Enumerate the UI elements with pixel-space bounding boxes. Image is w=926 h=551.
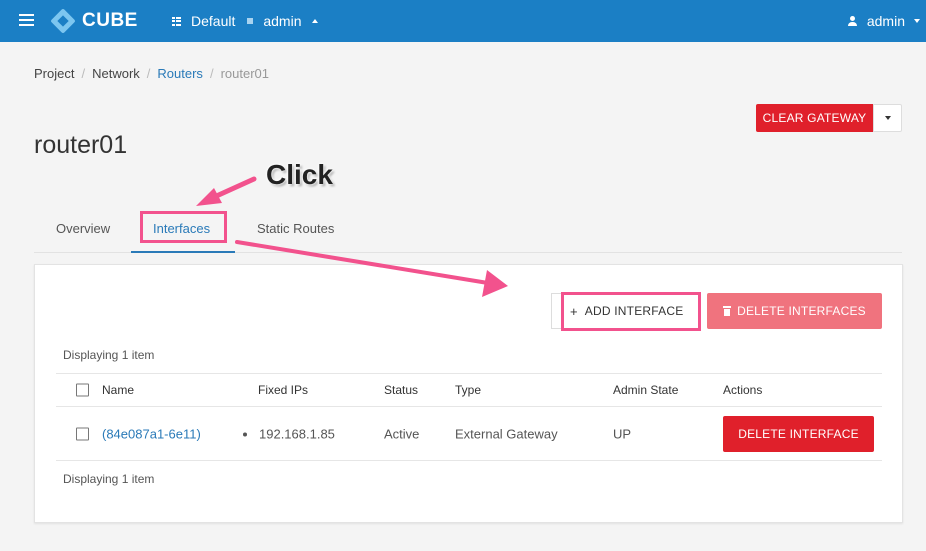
separator-icon [247, 18, 254, 24]
breadcrumb-routers-link[interactable]: Routers [157, 66, 203, 81]
bullet-icon [243, 432, 247, 437]
cube-logo-icon [50, 8, 76, 34]
tab-overview[interactable]: Overview [56, 221, 110, 236]
delete-interfaces-label: DELETE INTERFACES [737, 304, 866, 318]
breadcrumb: Project / Network / Routers / router01 [34, 66, 269, 81]
fixed-ip-value: 192.168.1.85 [259, 426, 335, 441]
brand-logo[interactable]: CUBE [50, 8, 138, 34]
clear-gateway-button[interactable]: CLEAR GATEWAY [756, 104, 873, 132]
breadcrumb-network[interactable]: Network [92, 66, 140, 81]
breadcrumb-separator: / [146, 66, 151, 81]
breadcrumb-current: router01 [220, 66, 269, 81]
column-header-name[interactable]: Name [102, 383, 134, 397]
clear-gateway-group: CLEAR GATEWAY [756, 104, 902, 132]
user-icon [847, 16, 857, 26]
tab-static-routes[interactable]: Static Routes [257, 221, 334, 236]
select-all-checkbox[interactable] [76, 383, 89, 397]
top-navbar: CUBE Default admin admin [0, 0, 926, 42]
more-actions-toggle[interactable] [873, 104, 902, 132]
user-menu[interactable]: admin [847, 13, 920, 29]
arrow-to-interfaces-tab [196, 176, 257, 206]
fixed-ip: 192.168.1.85 [243, 426, 335, 441]
project-selector[interactable]: Default admin [172, 13, 318, 29]
column-header-status[interactable]: Status [384, 383, 418, 397]
column-header-actions: Actions [723, 383, 763, 397]
interface-name-link[interactable]: (84e087a1-6e11) [102, 426, 201, 441]
table-row: (84e087a1-6e11) 192.168.1.85 Active Exte… [56, 407, 882, 461]
brand-name: CUBE [82, 10, 138, 31]
hamburger-menu-icon[interactable] [19, 14, 34, 26]
caret-up-icon [311, 19, 318, 23]
item-count-top: Displaying 1 item [63, 348, 155, 362]
caret-down-icon [914, 19, 920, 23]
breadcrumb-separator: / [209, 66, 214, 81]
breadcrumb-separator: / [81, 66, 86, 81]
breadcrumb-project[interactable]: Project [34, 66, 74, 81]
user-name: admin [866, 13, 905, 29]
item-count-bottom: Displaying 1 item [63, 472, 155, 486]
add-interface-highlight [561, 292, 701, 331]
type-value: External Gateway [455, 426, 558, 441]
admin-state-value: UP [613, 426, 632, 441]
project-name: admin [263, 13, 302, 29]
column-header-admin-state[interactable]: Admin State [613, 383, 678, 397]
column-header-type[interactable]: Type [455, 383, 481, 397]
delete-interfaces-button[interactable]: DELETE INTERFACES [707, 293, 882, 329]
active-tab-indicator [131, 251, 235, 253]
row-checkbox[interactable] [76, 427, 89, 440]
trash-icon [723, 306, 732, 316]
interfaces-tab-highlight [140, 211, 227, 243]
table-header: Name Fixed IPs Status Type Admin State A… [56, 373, 882, 407]
click-annotation: Click [266, 159, 333, 190]
caret-down-icon [884, 116, 891, 120]
list-icon [172, 16, 181, 26]
page-title: router01 [34, 131, 128, 159]
domain-name: Default [191, 13, 236, 29]
status-value: Active [384, 426, 420, 441]
column-header-fixed-ips[interactable]: Fixed IPs [258, 383, 308, 397]
delete-interface-button[interactable]: DELETE INTERFACE [723, 416, 874, 452]
